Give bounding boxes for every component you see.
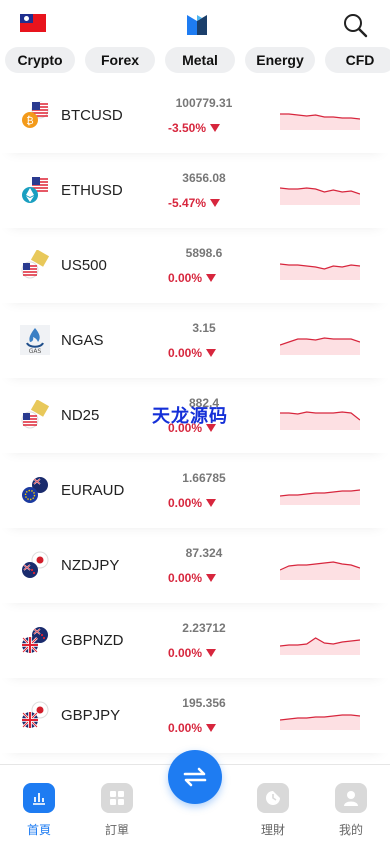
grid-icon bbox=[101, 783, 133, 813]
sparkline bbox=[280, 113, 360, 130]
ethereum-usd-icon bbox=[22, 177, 48, 203]
us500-index-icon bbox=[21, 250, 50, 279]
sparkline bbox=[280, 561, 360, 580]
list-item[interactable]: ₿ BTCUSD 100779.31 -3.50% bbox=[0, 78, 390, 153]
change-percent: 0.00% bbox=[168, 346, 217, 360]
change-percent: 0.00% bbox=[168, 721, 217, 735]
sparkline bbox=[280, 637, 360, 655]
header bbox=[0, 0, 390, 46]
change-value: 0.00% bbox=[168, 271, 203, 285]
nav-wealth-label: 理財 bbox=[260, 823, 285, 837]
symbol-name: BTCUSD bbox=[61, 107, 123, 124]
sparkline bbox=[280, 411, 360, 430]
sparkline-area bbox=[280, 412, 360, 430]
clock-icon bbox=[257, 783, 289, 813]
list-item[interactable]: GBPNZD 2.23712 0.00% bbox=[0, 603, 390, 678]
list-item[interactable]: ETHUSD 3656.08 -5.47% bbox=[0, 153, 390, 228]
down-triangle-icon bbox=[206, 649, 217, 657]
watermark: 天龙源码 bbox=[152, 406, 228, 426]
tab-metal[interactable]: Metal bbox=[165, 47, 235, 73]
sparkline bbox=[280, 714, 360, 730]
symbol-name: ND25 bbox=[61, 407, 100, 424]
nav-profile[interactable]: 我的 bbox=[321, 783, 381, 838]
price: 87.324 bbox=[185, 546, 223, 560]
symbol-name: EURAUD bbox=[61, 482, 125, 499]
list-item[interactable]: GAS NGAS 3.15 0.00% bbox=[0, 303, 390, 378]
change-percent: 0.00% bbox=[168, 571, 217, 585]
change-percent: 0.00% bbox=[168, 646, 217, 660]
symbol-name: US500 bbox=[61, 257, 107, 274]
user-icon bbox=[335, 783, 367, 813]
nav-wealth[interactable]: 理財 bbox=[243, 783, 303, 838]
search-icon[interactable] bbox=[342, 12, 368, 38]
price: 195.356 bbox=[182, 696, 226, 710]
change-percent: -5.47% bbox=[168, 196, 221, 210]
symbol-name: GBPNZD bbox=[61, 632, 124, 649]
nav-profile-label: 我的 bbox=[338, 823, 363, 837]
tab-cfd[interactable]: CFD bbox=[325, 47, 390, 73]
nav-home-label: 首頁 bbox=[26, 823, 51, 837]
sparkline bbox=[280, 489, 360, 505]
price: 100779.31 bbox=[175, 96, 233, 110]
change-value: 0.00% bbox=[168, 721, 203, 735]
gbp-jpy-icon bbox=[22, 701, 49, 728]
nav-orders[interactable]: 訂單 bbox=[87, 783, 147, 838]
down-triangle-icon bbox=[206, 724, 217, 732]
list-item[interactable]: NZDJPY 87.324 0.00% bbox=[0, 528, 390, 603]
brand-logo-icon bbox=[187, 15, 207, 35]
change-percent: 0.00% bbox=[168, 271, 217, 285]
sparkline bbox=[280, 187, 360, 205]
euro-aud-icon bbox=[22, 477, 48, 503]
price: 3.15 bbox=[192, 321, 216, 335]
list-item[interactable]: US500 5898.6 0.00% bbox=[0, 228, 390, 303]
list-item[interactable]: EURAUD 1.66785 0.00% bbox=[0, 453, 390, 528]
change-value: 0.00% bbox=[168, 571, 203, 585]
symbol-name: GBPJPY bbox=[61, 707, 121, 724]
swap-button[interactable] bbox=[168, 750, 222, 804]
change-value: 0.00% bbox=[168, 496, 203, 510]
change-value: 0.00% bbox=[168, 346, 203, 360]
down-triangle-icon bbox=[206, 574, 217, 582]
list-item[interactable]: GBPJPY 195.356 0.00% bbox=[0, 678, 390, 753]
taiwan-flag-icon[interactable] bbox=[20, 14, 46, 32]
nav-orders-label: 訂單 bbox=[104, 823, 129, 837]
sparkline-area bbox=[280, 264, 360, 280]
sparkline bbox=[280, 337, 360, 355]
swap-arrows-icon bbox=[183, 767, 207, 787]
chart-bars-icon bbox=[23, 783, 55, 813]
change-value: 0.00% bbox=[168, 646, 203, 660]
symbol-name: ETHUSD bbox=[61, 182, 123, 199]
symbol-name: NZDJPY bbox=[61, 557, 120, 574]
price: 2.23712 bbox=[182, 621, 226, 635]
gbp-nzd-icon bbox=[22, 627, 48, 653]
change-value: -3.50% bbox=[168, 121, 207, 135]
nav-home[interactable]: 首頁 bbox=[9, 783, 69, 838]
price: 1.66785 bbox=[182, 471, 226, 485]
svg-text:GAS: GAS bbox=[29, 348, 42, 355]
down-triangle-icon bbox=[210, 124, 221, 132]
tab-crypto[interactable]: Crypto bbox=[5, 47, 75, 73]
sparkline-area bbox=[280, 490, 360, 505]
down-triangle-icon bbox=[210, 199, 221, 207]
nasdaq-index-icon bbox=[21, 400, 50, 429]
down-triangle-icon bbox=[206, 499, 217, 507]
nzd-jpy-icon bbox=[22, 551, 49, 578]
down-triangle-icon bbox=[206, 349, 217, 357]
down-triangle-icon bbox=[206, 274, 217, 282]
svg-text:₿: ₿ bbox=[26, 115, 33, 127]
flag-canton bbox=[20, 14, 33, 23]
change-value: -5.47% bbox=[168, 196, 207, 210]
price: 5898.6 bbox=[185, 246, 223, 260]
tab-energy[interactable]: Energy bbox=[245, 47, 315, 73]
category-tabs: Crypto Forex Metal Energy CFD bbox=[0, 47, 390, 73]
natural-gas-icon: GAS bbox=[20, 325, 50, 355]
flag-sun bbox=[24, 16, 29, 21]
change-percent: 0.00% bbox=[168, 496, 217, 510]
sparkline bbox=[280, 263, 360, 280]
bitcoin-usd-icon: ₿ bbox=[22, 101, 49, 128]
symbol-name: NGAS bbox=[61, 332, 104, 349]
tab-forex[interactable]: Forex bbox=[85, 47, 155, 73]
change-percent: -3.50% bbox=[168, 121, 221, 135]
price: 3656.08 bbox=[182, 171, 226, 185]
